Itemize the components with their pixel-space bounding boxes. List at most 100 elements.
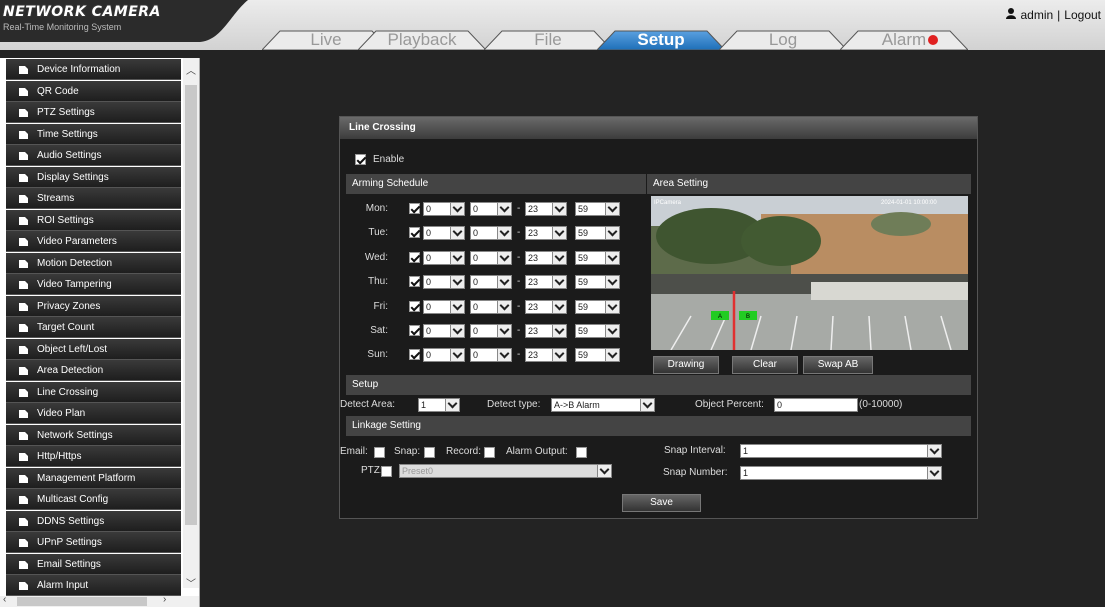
- tab-log[interactable]: Log: [719, 30, 847, 50]
- tab-setup[interactable]: Setup: [597, 30, 725, 50]
- end-hour-select[interactable]: 23: [525, 250, 567, 265]
- end-hour-select[interactable]: 23: [525, 202, 567, 216]
- save-button[interactable]: Save: [622, 494, 701, 512]
- sidebar-item[interactable]: Audio Settings: [6, 145, 181, 166]
- start-minute-select[interactable]: 0: [470, 250, 512, 265]
- chevron-down-icon: [640, 399, 654, 411]
- end-minute-select[interactable]: 59: [575, 299, 620, 314]
- start-minute-select[interactable]: 0: [470, 299, 512, 314]
- start-hour-select[interactable]: 0: [423, 202, 465, 216]
- chevron-down-icon: [497, 276, 511, 289]
- sidebar-item[interactable]: Http/Https: [6, 446, 181, 467]
- start-minute-select[interactable]: 0: [470, 226, 512, 241]
- start-hour-select[interactable]: 0: [423, 324, 465, 338]
- camera-preview[interactable]: IPCamera 2024-01-01 10:00:00 A B: [651, 196, 968, 350]
- start-minute-select[interactable]: 0: [470, 348, 512, 363]
- sidebar-item[interactable]: Multicast Config: [6, 489, 181, 510]
- start-minute-select[interactable]: 0: [470, 324, 512, 338]
- email-checkbox[interactable]: [374, 447, 385, 458]
- start-hour-select[interactable]: 0: [423, 226, 465, 241]
- end-hour-select[interactable]: 23: [525, 324, 567, 338]
- scroll-thumb[interactable]: [185, 85, 197, 525]
- end-minute-select[interactable]: 59: [575, 226, 620, 241]
- document-icon: [19, 152, 28, 160]
- tab-file[interactable]: File: [484, 30, 612, 50]
- end-hour-select[interactable]: 23: [525, 275, 567, 290]
- scroll-left-icon[interactable]: ‹: [3, 594, 6, 605]
- sidebar-item[interactable]: PTZ Settings: [6, 102, 181, 123]
- logout-link[interactable]: Logout: [1064, 8, 1101, 22]
- sidebar-item[interactable]: QR Code: [6, 80, 181, 102]
- alarm-output-checkbox[interactable]: [576, 447, 587, 458]
- day-checkbox[interactable]: [409, 227, 420, 239]
- scroll-right-icon[interactable]: ›: [163, 594, 166, 605]
- sidebar-item[interactable]: UPnP Settings: [6, 532, 181, 553]
- day-checkbox[interactable]: [409, 276, 420, 288]
- day-checkbox[interactable]: [409, 203, 420, 214]
- sidebar-item[interactable]: Time Settings: [6, 123, 181, 145]
- day-checkbox[interactable]: [409, 349, 420, 361]
- start-hour-select[interactable]: 0: [423, 299, 465, 314]
- sidebar-item[interactable]: Area Detection: [6, 360, 181, 381]
- record-checkbox[interactable]: [484, 447, 495, 458]
- end-minute-select[interactable]: 59: [575, 324, 620, 338]
- day-checkbox[interactable]: [409, 325, 420, 336]
- drawing-button[interactable]: Drawing: [653, 356, 719, 374]
- sidebar-item[interactable]: Motion Detection: [6, 252, 181, 274]
- end-minute-select[interactable]: 59: [575, 250, 620, 265]
- sidebar-item[interactable]: Management Platform: [6, 467, 181, 489]
- start-minute-select[interactable]: 0: [470, 202, 512, 216]
- sidebar-item[interactable]: Line Crossing: [6, 381, 181, 403]
- start-hour-select[interactable]: 0: [423, 250, 465, 265]
- clear-button[interactable]: Clear: [732, 356, 798, 374]
- range-separator: -: [517, 325, 521, 336]
- scroll-down-icon[interactable]: ﹀: [186, 575, 196, 590]
- sidebar-item[interactable]: Email Settings: [6, 553, 181, 575]
- start-hour-select[interactable]: 0: [423, 348, 465, 363]
- start-minute-select[interactable]: 0: [470, 275, 512, 290]
- sidebar-item[interactable]: Display Settings: [6, 166, 181, 188]
- sidebar-item[interactable]: Video Plan: [6, 403, 181, 424]
- object-percent-input[interactable]: 0: [774, 398, 858, 412]
- hscroll-thumb[interactable]: [17, 597, 147, 606]
- chevron-down-icon: [450, 276, 464, 289]
- day-checkbox[interactable]: [409, 300, 420, 312]
- object-percent-range: (0-10000): [859, 399, 903, 410]
- ptz-preset-select[interactable]: Preset0: [399, 464, 612, 478]
- scroll-up-icon[interactable]: ︿: [186, 62, 196, 77]
- sidebar-item[interactable]: Streams: [6, 188, 181, 209]
- tab-playback[interactable]: Playback: [358, 30, 486, 50]
- snap-number-select[interactable]: 1: [740, 466, 942, 480]
- horizontal-scrollbar[interactable]: ‹ ›: [0, 594, 199, 607]
- sidebar-item[interactable]: Device Information: [6, 59, 181, 80]
- sidebar-item[interactable]: Target Count: [6, 317, 181, 338]
- end-hour-select[interactable]: 23: [525, 226, 567, 241]
- day-checkbox[interactable]: [409, 251, 420, 263]
- enable-checkbox[interactable]: [355, 154, 366, 165]
- ptz-checkbox[interactable]: [381, 466, 392, 477]
- sidebar-item[interactable]: Video Parameters: [6, 231, 181, 252]
- sidebar-item[interactable]: Object Left/Lost: [6, 338, 181, 360]
- sidebar-item[interactable]: DDNS Settings: [6, 510, 181, 532]
- sidebar-item[interactable]: Privacy Zones: [6, 295, 181, 317]
- sidebar-item[interactable]: Alarm Input: [6, 575, 181, 596]
- sidebar-item[interactable]: Video Tampering: [6, 274, 181, 295]
- end-hour-select[interactable]: 23: [525, 299, 567, 314]
- sidebar: Device Information QR Code PTZ Settings Tim…: [0, 58, 200, 607]
- end-minute-select[interactable]: 59: [575, 275, 620, 290]
- swap-ab-button[interactable]: Swap AB: [803, 356, 873, 374]
- vertical-scrollbar[interactable]: ︿ ﹀: [183, 58, 199, 590]
- snap-interval-select[interactable]: 1: [740, 444, 942, 458]
- end-minute-select[interactable]: 59: [575, 348, 620, 363]
- detect-type-select[interactable]: A->B Alarm: [551, 398, 655, 412]
- tab-alarm[interactable]: Alarm: [840, 30, 968, 50]
- end-minute-select[interactable]: 59: [575, 202, 620, 216]
- detect-area-select[interactable]: 1: [418, 398, 460, 412]
- chevron-down-icon: [552, 276, 566, 289]
- sidebar-item[interactable]: ROI Settings: [6, 209, 181, 231]
- sidebar-item-label: Email Settings: [37, 558, 101, 570]
- end-hour-select[interactable]: 23: [525, 348, 567, 363]
- start-hour-select[interactable]: 0: [423, 275, 465, 290]
- snap-checkbox[interactable]: [424, 447, 435, 458]
- sidebar-item[interactable]: Network Settings: [6, 424, 181, 446]
